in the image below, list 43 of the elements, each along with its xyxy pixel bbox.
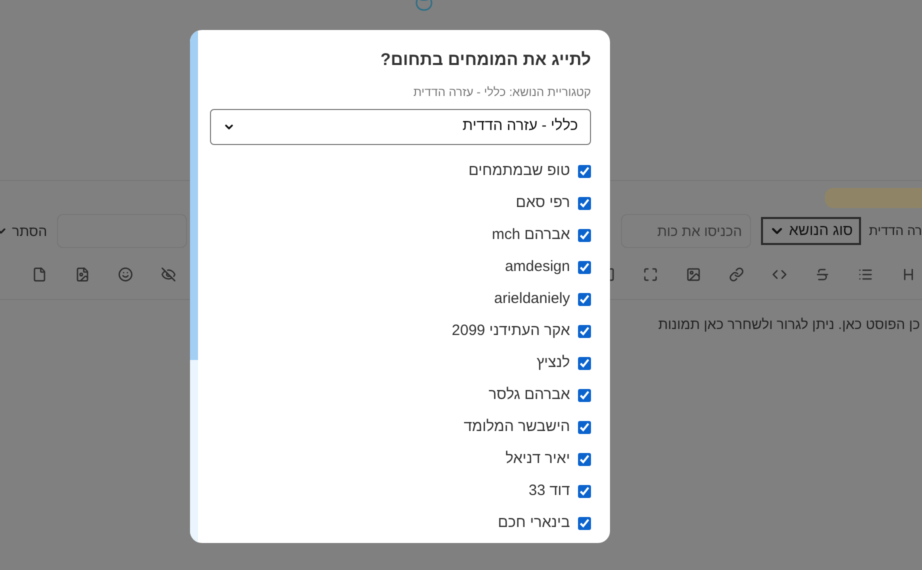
expert-name: amdesign [504, 257, 570, 278]
scrollbar-thumb[interactable] [190, 30, 198, 360]
expert-checkbox[interactable] [578, 357, 591, 370]
category-text: רה הדדית [868, 222, 922, 240]
expert-checkbox[interactable] [578, 453, 591, 466]
file-image-icon[interactable] [75, 266, 90, 282]
strikethrough-icon[interactable] [815, 266, 830, 282]
title-field[interactable]: הכניסו את כות [620, 214, 751, 248]
expert-checkbox[interactable] [578, 485, 591, 498]
expert-checkbox[interactable] [578, 293, 591, 306]
link-icon[interactable] [729, 266, 744, 282]
expert-checkbox[interactable] [578, 229, 591, 242]
expert-name: לנציץ [536, 353, 570, 374]
expert-name: אקר העתידני 2099 [452, 321, 570, 342]
expert-checkbox[interactable] [578, 517, 591, 530]
expert-checkbox[interactable] [578, 165, 591, 178]
file-icon[interactable] [32, 266, 47, 282]
expert-checkbox[interactable] [578, 389, 591, 402]
fullscreen-icon[interactable] [643, 266, 658, 282]
expert-name: יאיר דניאל [505, 449, 570, 470]
expert-name: הישבשר המלומד [464, 417, 570, 438]
expert-checkbox[interactable] [578, 261, 591, 274]
expert-name: אברהם mch [492, 225, 570, 246]
expert-checkbox[interactable] [578, 421, 591, 434]
heading-icon[interactable] [901, 266, 916, 282]
eye-off-icon[interactable] [161, 266, 176, 282]
expert-name: arieldaniely [494, 289, 570, 310]
list-icon[interactable] [858, 266, 873, 282]
expert-checkbox[interactable] [578, 197, 591, 210]
modal-subtitle: קטגוריית הנושא: כללי - עזרה הדדית [412, 84, 591, 100]
expert-name: רפי סאם [516, 193, 570, 214]
image-icon[interactable] [686, 266, 701, 282]
expert-name: בינארי חכם [498, 513, 570, 534]
smile-icon[interactable] [118, 266, 133, 282]
topic-type-select[interactable]: סוג הנושא [760, 217, 861, 245]
expert-name: דוד 33 [528, 481, 570, 502]
expert-name: טופ שבמתמחים [468, 161, 570, 182]
visibility-dropdown[interactable]: הסתר [0, 220, 48, 242]
expert-checkbox[interactable] [578, 325, 591, 338]
category-select[interactable]: כללי - עזרה הדדית [210, 108, 591, 144]
scrollbar[interactable] [190, 30, 198, 543]
modal-title: לתייג את המומחים בתחום? [379, 49, 591, 71]
expert-name: אברהם גלסר [488, 385, 570, 406]
